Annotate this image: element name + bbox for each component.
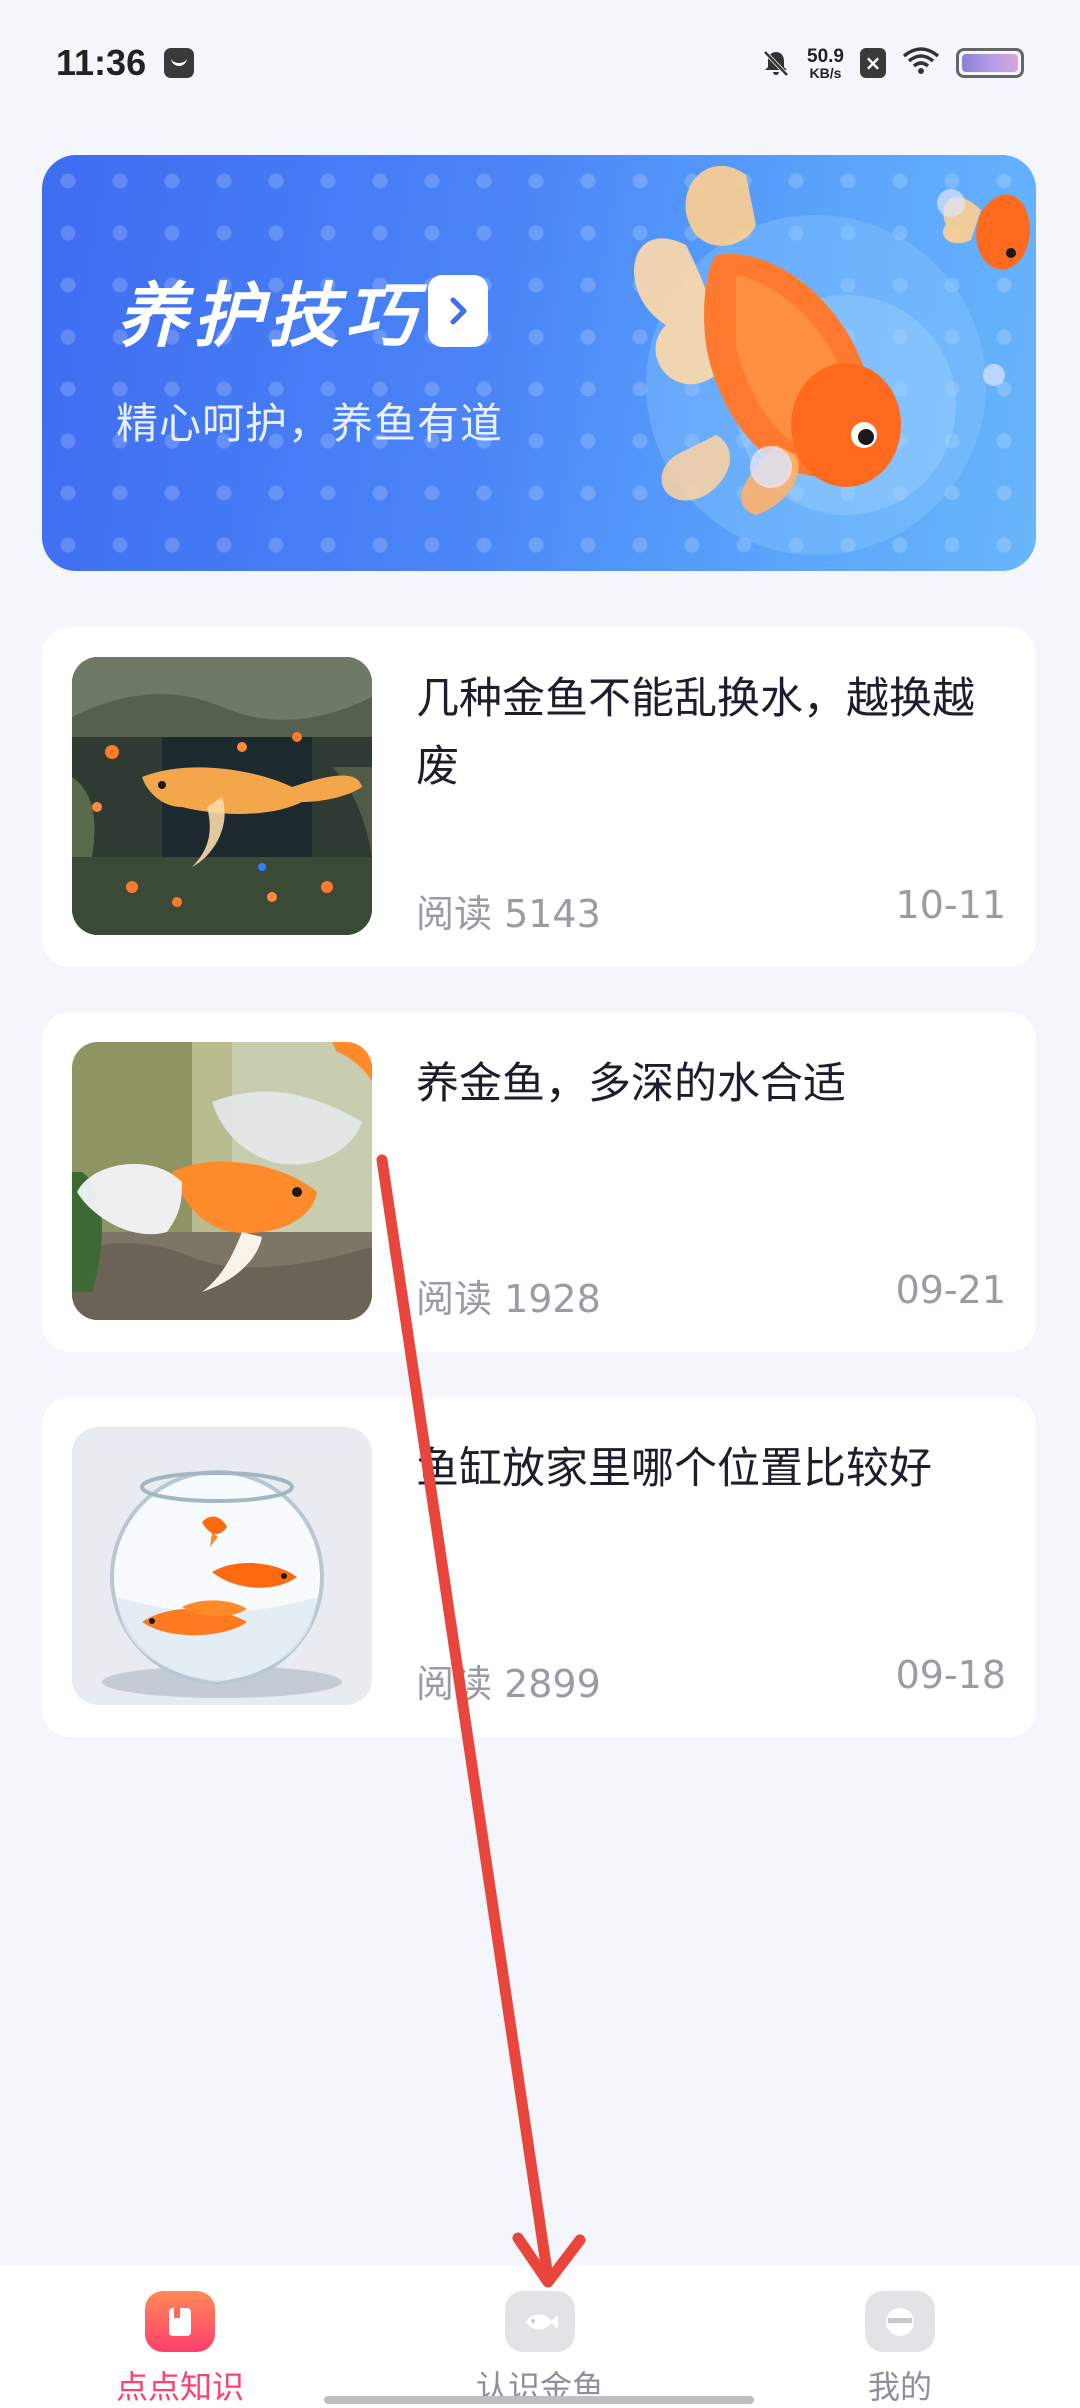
battery-fill (962, 54, 1018, 72)
bell-muted-icon (761, 48, 791, 78)
article-card[interactable]: 鱼缸放家里哪个位置比较好 阅读 2899 09-18 (42, 1397, 1036, 1737)
article-read-count: 阅读 5143 (416, 892, 601, 936)
chevron-right-icon (450, 297, 467, 325)
fish-icon (505, 2291, 575, 2352)
article-card[interactable]: 养金鱼，多深的水合适 阅读 1928 09-21 (42, 1012, 1036, 1352)
book-icon (145, 2291, 215, 2352)
status-time: 11:36 (56, 42, 147, 83)
network-speed-value: 50.9 (807, 45, 844, 67)
nav-item-knowledge[interactable]: 点点知识 (0, 2265, 360, 2408)
article-title: 养金鱼，多深的水合适 (416, 1059, 846, 1109)
article-card[interactable]: 几种金鱼不能乱换水，越换越废 阅读 5143 10-11 (42, 627, 1036, 967)
article-read-count: 阅读 1928 (416, 1277, 601, 1321)
bottom-nav: 点点知识 认识金鱼 我的 (0, 2265, 1080, 2408)
goldfish-illustration (633, 165, 1030, 555)
home-indicator[interactable] (324, 2396, 754, 2404)
nav-label: 我的 (867, 2368, 932, 2406)
article-title: 鱼缸放家里哪个位置比较好 (416, 1444, 932, 1494)
banner-arrow-button[interactable] (428, 275, 488, 347)
network-speed: 50.9 KB/s (807, 47, 844, 80)
banner-title: 养护技巧 (117, 274, 421, 357)
wifi-icon (902, 46, 940, 80)
nav-item-goldfish[interactable]: 认识金鱼 (360, 2265, 720, 2408)
x-app-icon: × (860, 48, 886, 78)
network-speed-unit: KB/s (809, 64, 842, 81)
article-date: 09-21 (895, 1268, 1006, 1312)
status-left: 11:36 (56, 42, 195, 84)
article-read-count: 阅读 2899 (416, 1662, 601, 1706)
message-notification-icon (164, 48, 195, 78)
article-thumbnail (72, 1427, 372, 1705)
care-tips-banner[interactable]: 养护技巧 精心呵护，养鱼有道 (42, 155, 1036, 571)
article-title: 几种金鱼不能乱换水，越换越废 (416, 674, 975, 792)
article-thumbnail (72, 657, 372, 935)
profile-icon (865, 2291, 935, 2352)
article-date: 09-18 (895, 1653, 1006, 1697)
article-thumbnail (72, 1042, 372, 1320)
status-bar: 11:36 50.9 KB/s × (0, 0, 1080, 126)
battery-icon (956, 48, 1024, 78)
status-right: 50.9 KB/s × (761, 46, 1024, 80)
article-date: 10-11 (895, 883, 1006, 927)
nav-item-profile[interactable]: 我的 (720, 2265, 1080, 2408)
banner-subtitle: 精心呵护，养鱼有道 (116, 399, 504, 448)
nav-label: 点点知识 (115, 2368, 244, 2406)
